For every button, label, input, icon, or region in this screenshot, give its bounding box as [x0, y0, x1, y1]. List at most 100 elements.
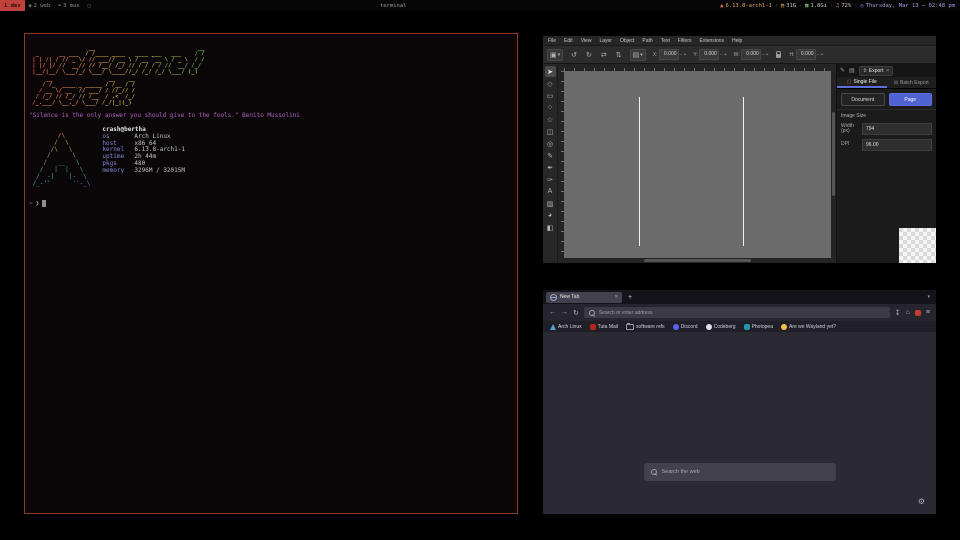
pen-tool-icon[interactable]: ✒: [545, 162, 556, 173]
list-all-tabs-icon[interactable]: ▾: [927, 294, 933, 300]
width-spinbox[interactable]: W: 0.000 − +: [734, 49, 769, 60]
dpi-input[interactable]: 96.00: [862, 139, 932, 151]
workspace-tag-4[interactable]: □: [84, 0, 95, 11]
layers-panel-icon[interactable]: ▤: [849, 67, 855, 74]
personalize-gear-icon[interactable]: ⚙: [918, 497, 925, 506]
plus-icon[interactable]: +: [724, 52, 727, 58]
search-icon: [651, 469, 657, 475]
bookmark-codeberg[interactable]: Codeberg: [706, 324, 736, 330]
menu-extensions[interactable]: Extensions: [700, 38, 724, 44]
menu-layer[interactable]: Layer: [599, 38, 612, 44]
module-separator: ‹: [830, 3, 833, 9]
x-spinbox[interactable]: X: 0.000 − +: [653, 49, 687, 60]
minus-icon[interactable]: −: [762, 52, 765, 58]
workspace-tag-dev[interactable]: 1 dev: [0, 0, 25, 11]
bookmark-tuta-mail[interactable]: Tuta Mail: [590, 324, 618, 330]
export-scope-buttons: Document Page: [837, 89, 936, 109]
drawing-canvas[interactable]: [564, 71, 831, 258]
downloads-icon[interactable]: ↧: [895, 309, 901, 317]
rotate-cw-icon[interactable]: ↻: [586, 51, 592, 59]
menu-text[interactable]: Text: [661, 38, 670, 44]
url-bar[interactable]: Search or enter address: [584, 307, 890, 318]
width-input[interactable]: 794: [862, 123, 932, 135]
tab-batch-export[interactable]: ⊞ Batch Export: [887, 77, 937, 88]
workspace-tags: 1 dev ◉ 2 web ⌨ 3 mux □: [0, 0, 95, 11]
back-button[interactable]: ←: [549, 309, 556, 316]
new-tab-button[interactable]: +: [625, 294, 635, 301]
selection-mode-dropdown[interactable]: ▣ ▾: [547, 49, 563, 61]
bookmark-are-we-wayland-yet[interactable]: Are we Wayland yet?: [781, 324, 836, 330]
chevron-down-icon: ▾: [558, 52, 561, 58]
height-spinbox[interactable]: H: 0.000 − +: [790, 49, 824, 60]
minus-icon[interactable]: −: [817, 52, 820, 58]
browser-tab-newtab[interactable]: New Tab ×: [546, 292, 622, 303]
pencil-tool-icon[interactable]: ✎: [545, 150, 556, 161]
bookmark-arch-linux[interactable]: Arch Linux: [550, 324, 582, 330]
paint-bucket-tool-icon[interactable]: ◧: [545, 222, 556, 233]
node-tool-icon[interactable]: ◇: [545, 78, 556, 89]
menu-icon[interactable]: ≡: [926, 309, 930, 316]
calligraphy-tool-icon[interactable]: ✑: [545, 174, 556, 185]
memory-icon: ▦: [805, 3, 808, 9]
terminal-window[interactable]: __ __ _ __ ___ / /____ ____ ____ ___ ___…: [24, 33, 518, 514]
y-spinbox[interactable]: Y: 0.000 − +: [693, 49, 726, 60]
prompt-cwd: ~: [29, 200, 33, 207]
bookmark-discord[interactable]: Discord: [673, 324, 698, 330]
ellipse-tool-icon[interactable]: ○: [545, 102, 556, 113]
selector-tool-icon[interactable]: ➤: [545, 66, 556, 77]
menu-help[interactable]: Help: [732, 38, 742, 44]
image-size-label: Image Size: [837, 109, 936, 121]
box3d-tool-icon[interactable]: ◫: [545, 126, 556, 137]
tab-single-file[interactable]: ▢ Single File: [837, 77, 887, 88]
scope-page-button[interactable]: Page: [889, 93, 933, 106]
codeberg-favicon-icon: [706, 324, 712, 330]
menu-filters[interactable]: Filters: [678, 38, 692, 44]
scope-document-button[interactable]: Document: [841, 93, 885, 106]
menu-edit[interactable]: Edit: [564, 38, 573, 44]
menu-path[interactable]: Path: [642, 38, 652, 44]
panel-tab-bar: ✎ ▤ ⇧ Export ×: [837, 64, 936, 77]
web-search-input[interactable]: Search the web: [644, 463, 836, 481]
lock-ratio-icon[interactable]: [776, 54, 781, 58]
bookmark-folder-software-refs[interactable]: software refs: [626, 324, 665, 330]
flip-vertical-icon[interactable]: ⇅: [616, 51, 622, 59]
export-panel-tab[interactable]: ⇧ Export ×: [859, 66, 894, 76]
memory-module: ▦ 1.8Gi: [805, 3, 827, 9]
gradient-tool-icon[interactable]: ▨: [545, 198, 556, 209]
dropper-tool-icon[interactable]: ◕: [545, 210, 556, 221]
firefox-view-icon[interactable]: ⌂: [906, 309, 910, 316]
transform-buttons: ↺ ↻ ⇄ ⇅: [571, 51, 622, 59]
close-tab-icon[interactable]: ×: [615, 294, 618, 300]
flip-horizontal-icon[interactable]: ⇄: [601, 51, 607, 59]
bookmark-photopea[interactable]: Photopea: [744, 324, 773, 330]
text-tool-icon[interactable]: A: [545, 186, 556, 197]
close-icon[interactable]: ×: [886, 68, 889, 74]
align-dropdown[interactable]: ▤ ▾: [630, 49, 646, 61]
scrollbar-thumb[interactable]: [644, 259, 751, 262]
rectangle-tool-icon[interactable]: ▭: [545, 90, 556, 101]
focused-window-title: terminal: [380, 0, 407, 11]
fill-stroke-panel-icon[interactable]: ✎: [840, 67, 845, 74]
arch-favicon-icon: [550, 324, 556, 330]
menu-view[interactable]: View: [581, 38, 592, 44]
spiral-tool-icon[interactable]: ◎: [545, 138, 556, 149]
reload-button[interactable]: ↻: [573, 309, 579, 317]
extension-icon[interactable]: [915, 310, 921, 316]
minus-icon[interactable]: −: [720, 52, 723, 58]
scrollbar-thumb[interactable]: [832, 112, 835, 196]
horizontal-scrollbar[interactable]: [564, 258, 831, 263]
menu-file[interactable]: File: [548, 38, 556, 44]
shell-prompt[interactable]: ~ ❯: [29, 200, 517, 207]
plus-icon[interactable]: +: [820, 52, 823, 58]
workspace-tag-web[interactable]: ◉ 2 web: [25, 0, 55, 11]
menu-object[interactable]: Object: [620, 38, 634, 44]
plus-icon[interactable]: +: [766, 52, 769, 58]
minus-icon[interactable]: −: [680, 52, 683, 58]
width-label: Width (px): [841, 124, 859, 135]
text-cursor: [42, 200, 46, 207]
rotate-ccw-icon[interactable]: ↺: [571, 51, 577, 59]
workspace-tag-mux[interactable]: ⌨ 3 mux: [54, 0, 84, 11]
plus-icon[interactable]: +: [683, 52, 686, 58]
forward-button[interactable]: →: [561, 309, 568, 316]
star-tool-icon[interactable]: ☆: [545, 114, 556, 125]
